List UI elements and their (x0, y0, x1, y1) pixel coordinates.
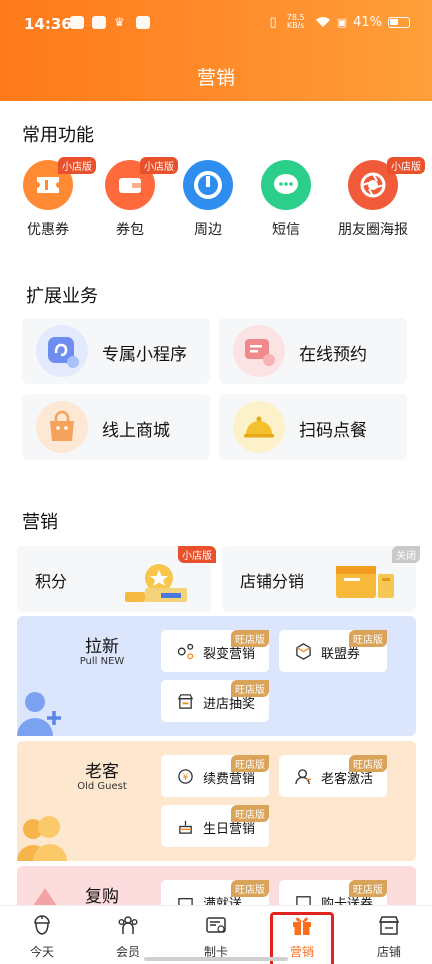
common-section-title: 常用功能 (22, 125, 94, 146)
reactivate-guest-button[interactable]: 老客激活 旺店版 (279, 755, 387, 797)
online-booking-card[interactable]: 在线预约 (219, 318, 407, 384)
cloche-icon (233, 401, 285, 453)
vibrate-icon: ▯ (269, 14, 277, 30)
nav-members[interactable]: 会员 (98, 914, 158, 960)
birthday-marketing-tag: 旺店版 (231, 805, 269, 822)
moments-poster-button[interactable]: 小店版 朋友圈海报 (330, 157, 425, 239)
marketing-section-title: 营销 (22, 512, 58, 533)
fission-icon (177, 643, 194, 660)
moments-poster-tag: 小店版 (387, 157, 425, 174)
scan-order-card[interactable]: 扫码点餐 (219, 394, 407, 460)
cube-icon (296, 643, 311, 660)
extended-section-title: 扩展业务 (26, 286, 98, 307)
nav-store-label: 店铺 (376, 945, 401, 959)
distribution-illustration-icon (336, 566, 394, 598)
nav-store[interactable]: 店铺 (359, 914, 419, 960)
reactivate-guest-tag: 旺店版 (349, 755, 387, 772)
old-guest-panel: 老客 Old Guest ¥ 续费营销 旺店版 老客激活 旺店版 生日营销 旺店… (17, 741, 416, 861)
mail-icon (92, 16, 106, 29)
store-distribution-tag: 关闭 (392, 546, 420, 563)
sms-button[interactable]: 短信 (243, 160, 329, 239)
online-mall-card[interactable]: 线上商城 (22, 394, 210, 460)
points-tag: 小店版 (178, 546, 216, 563)
renewal-marketing-button[interactable]: ¥ 续费营销 旺店版 (161, 755, 269, 797)
fission-marketing-button[interactable]: 裂变营销 旺店版 (161, 630, 269, 672)
points-label: 积分 (35, 572, 68, 591)
wifi-icon (315, 17, 330, 27)
alliance-coupon-tag: 旺店版 (349, 630, 387, 647)
bottom-nav: 今天 会员 制卡 营销 店铺 (0, 905, 432, 964)
fission-marketing-tag: 旺店版 (231, 630, 269, 647)
coupon-button[interactable]: 小店版 优惠券 (5, 157, 96, 239)
online-booking-label: 在线预约 (299, 345, 367, 365)
members-icon (118, 916, 138, 934)
coupon-pack-button[interactable]: 小店版 券包 (87, 157, 178, 239)
nearby-label: 周边 (194, 222, 222, 238)
alliance-coupon-button[interactable]: 联盟券 旺店版 (279, 630, 387, 672)
crown-icon: ♛ (114, 15, 125, 29)
battery-percent: 41% (353, 14, 382, 30)
card-coupon-tag: 旺店版 (349, 880, 387, 897)
nav-make-card[interactable]: 制卡 (186, 914, 246, 960)
page-title: 营销 (196, 67, 235, 89)
online-mall-label: 线上商城 (102, 421, 170, 441)
shopping-bag-icon (36, 401, 88, 453)
renewal-marketing-tag: 旺店版 (231, 755, 269, 772)
store-lottery-tag: 旺店版 (231, 680, 269, 697)
nav-today-label: 今天 (29, 945, 54, 959)
status-right: ▯ 78.5 KB/s ▣ 41% (270, 14, 410, 30)
status-time: 14:36 (24, 15, 72, 33)
status-notification-icons: ♛ (70, 16, 150, 29)
sim-icon: ▣ (336, 15, 348, 29)
card-coupon-button[interactable]: 购卡送券 旺店版 (279, 880, 387, 906)
guests-icon (17, 816, 67, 861)
shop-icon (378, 916, 400, 935)
points-illustration-icon (125, 564, 187, 602)
nearby-icon (183, 160, 233, 210)
booking-icon (233, 325, 285, 377)
nearby-button[interactable]: 周边 (165, 160, 251, 239)
add-user-icon (17, 692, 61, 736)
spend-gift-button[interactable]: 满就送 旺店版 (161, 880, 269, 906)
video-app-icon (70, 16, 84, 29)
status-bar: 14:36 ♛ ▯ 78.5 KB/s ▣ 41% (0, 0, 432, 48)
battery-icon (388, 16, 410, 28)
store-icon (177, 694, 194, 709)
network-speed: 78.5 KB/s (286, 13, 305, 30)
store-distribution-label: 店铺分销 (240, 572, 305, 591)
acorn-icon (34, 915, 50, 935)
birthday-marketing-button[interactable]: 生日营销 旺店版 (161, 805, 269, 847)
coupon-label: 优惠券 (27, 222, 69, 238)
cake-icon (179, 820, 192, 834)
nav-today[interactable]: 今天 (12, 914, 72, 960)
coupon-pack-label: 券包 (116, 222, 144, 238)
mini-program-icon (36, 325, 88, 377)
spend-gift-tag: 旺店版 (231, 880, 269, 897)
repurchase-icon (33, 888, 57, 906)
home-indicator[interactable] (144, 957, 288, 961)
moments-poster-label: 朋友圈海报 (338, 222, 408, 238)
store-lottery-button[interactable]: 进店抽奖 旺店版 (161, 680, 269, 722)
mini-program-label: 专属小程序 (102, 345, 187, 365)
mini-program-card[interactable]: 专属小程序 (22, 318, 210, 384)
svg-text:¥: ¥ (183, 773, 189, 783)
header: 14:36 ♛ ▯ 78.5 KB/s ▣ 41% 营销 (0, 0, 432, 101)
user-icon (295, 769, 312, 785)
renewal-icon: ¥ (178, 769, 193, 784)
store-distribution-card[interactable]: 店铺分销 关闭 (222, 546, 420, 612)
repurchase-panel: 复购 满就送 旺店版 购卡送券 旺店版 (17, 866, 416, 906)
points-card[interactable]: 积分 小店版 (17, 546, 216, 612)
scan-order-label: 扫码点餐 (299, 421, 367, 441)
app-icon (136, 16, 150, 29)
sms-label: 短信 (272, 222, 300, 238)
card-check-icon (206, 917, 226, 933)
pull-new-panel: 拉新 Pull NEW 裂变营销 旺店版 联盟券 旺店版 进店抽奖 旺店版 (17, 616, 416, 736)
message-icon (261, 160, 311, 210)
